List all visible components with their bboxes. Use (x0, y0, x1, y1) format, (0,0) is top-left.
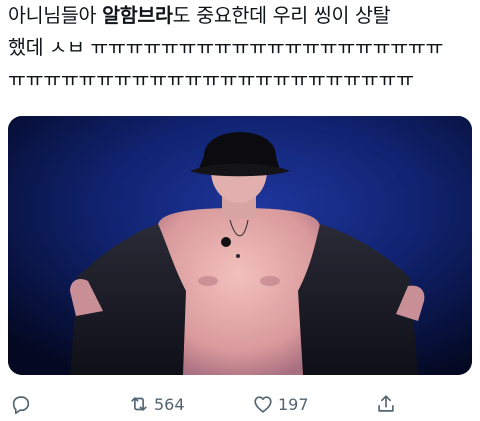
tweet-line-3: ㅠㅠㅠㅠㅠㅠㅠㅠㅠㅠㅠㅠㅠㅠㅠㅠㅠㅠㅠㅠㅠㅠㅠ (8, 68, 414, 91)
tweet-line-2: 했데 ㅅㅂ ㅠㅠㅠㅠㅠㅠㅠㅠㅠㅠㅠㅠㅠㅠㅠㅠㅠㅠㅠㅠ (8, 36, 444, 59)
like-count: 197 (278, 394, 309, 414)
concert-photo-image (8, 116, 472, 375)
tweet-actions-bar: 564 197 (0, 388, 480, 420)
retweet-icon (131, 397, 147, 411)
reply-icon (12, 396, 30, 415)
share-button[interactable] (375, 392, 397, 416)
tweet-line-1: 아니님들아 알함브라도 중요한데 우리 씽이 상탈 (8, 0, 474, 32)
like-button[interactable]: 197 (252, 392, 309, 416)
tweet-text: 아니님들아 알함브라도 중요한데 우리 씽이 상탈 했데 ㅅㅂ ㅠㅠㅠㅠㅠㅠㅠㅠ… (8, 0, 474, 96)
tweet-photo[interactable] (8, 116, 472, 375)
share-icon (378, 395, 394, 412)
tweet-line-1-bold: 알함브라 (102, 4, 173, 27)
retweet-button[interactable]: 564 (128, 392, 185, 416)
tweet-line-1-pre: 아니님들아 (8, 4, 103, 27)
retweet-count: 564 (154, 394, 185, 414)
reply-button[interactable] (10, 392, 32, 416)
tweet-line-1-post: 도 중요한데 우리 씽이 상탈 (172, 4, 391, 27)
heart-icon (254, 396, 272, 413)
